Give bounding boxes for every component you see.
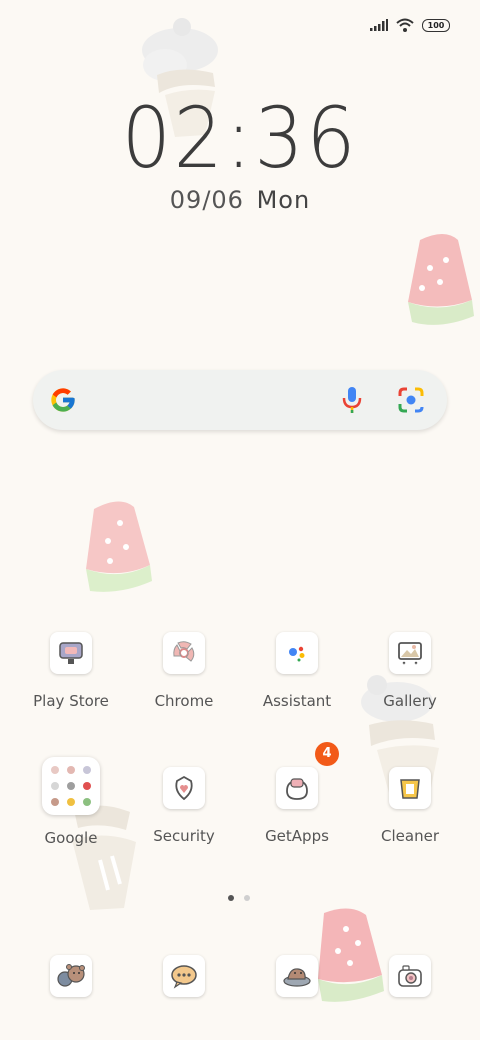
clock-time[interactable]: 02:36	[19, 88, 461, 188]
app-gallery[interactable]: Gallery	[355, 632, 465, 710]
watermelon-decoration-2	[86, 501, 152, 592]
app-chrome[interactable]: Chrome	[129, 632, 239, 710]
wifi-icon	[396, 18, 414, 32]
battery-indicator: 100	[422, 18, 450, 32]
watermelon-decoration	[408, 234, 474, 325]
browser-icon	[283, 968, 311, 987]
getapps-icon	[286, 778, 308, 800]
status-bar: 100	[370, 18, 450, 32]
app-label: Google	[44, 829, 98, 847]
play-store-icon	[59, 642, 83, 664]
app-label: GetApps	[265, 827, 329, 845]
gallery-icon	[398, 642, 422, 665]
app-label: Gallery	[383, 692, 437, 710]
camera-icon	[398, 965, 422, 987]
dock-browser[interactable]	[242, 955, 352, 997]
chrome-icon	[173, 641, 195, 662]
dock-messages[interactable]	[129, 955, 239, 997]
page-dot	[244, 895, 250, 901]
google-g-icon	[51, 388, 75, 412]
date-text: 09/06	[169, 186, 244, 214]
notification-badge: 4	[315, 742, 339, 766]
app-label: Cleaner	[381, 827, 439, 845]
clock-date[interactable]: 09/06 Mon	[0, 186, 480, 214]
messages-icon	[171, 965, 197, 989]
assistant-icon	[289, 646, 305, 662]
dock-camera[interactable]	[355, 955, 465, 997]
mic-icon[interactable]	[341, 386, 363, 414]
app-label: Assistant	[262, 692, 332, 710]
security-icon	[175, 775, 193, 801]
app-assistant[interactable]: Assistant	[242, 632, 352, 710]
dock-phone[interactable]	[16, 955, 126, 997]
folder-google[interactable]: Google	[16, 757, 126, 847]
page-dot-active	[228, 895, 234, 901]
signal-icon	[370, 19, 388, 31]
day-text: Mon	[256, 186, 311, 214]
lens-icon[interactable]	[397, 386, 425, 414]
phone-icon	[57, 964, 85, 987]
app-cleaner[interactable]: Cleaner	[355, 767, 465, 845]
app-security[interactable]: Security	[129, 767, 239, 845]
app-label: Play Store	[33, 692, 109, 710]
app-label: Security	[153, 827, 215, 845]
google-folder	[42, 757, 100, 815]
app-play-store[interactable]: Play Store	[16, 632, 126, 710]
app-getapps[interactable]: 4 GetApps	[242, 742, 352, 845]
cleaner-icon	[400, 779, 420, 799]
page-indicator[interactable]	[228, 895, 250, 901]
app-label: Chrome	[154, 692, 214, 710]
google-search-bar[interactable]	[33, 370, 447, 430]
